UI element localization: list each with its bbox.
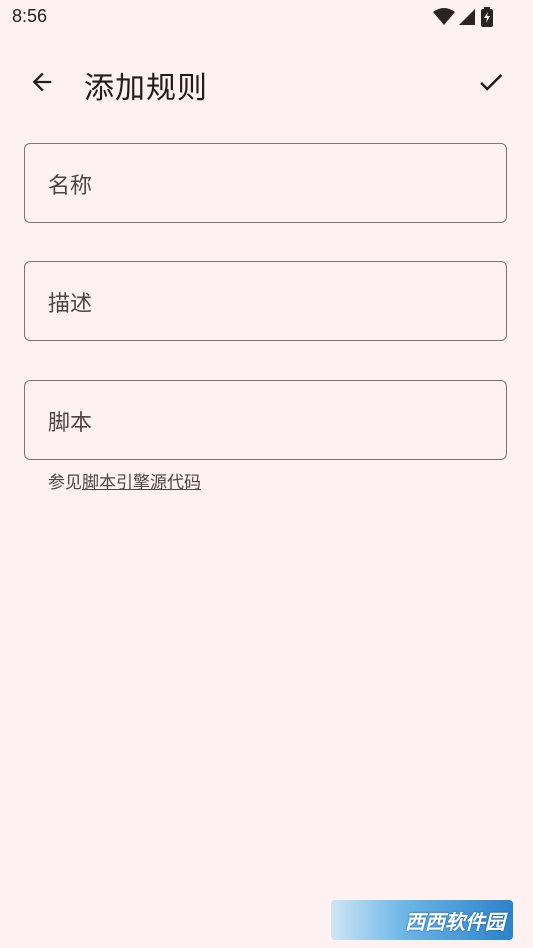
name-field-placeholder: 名称 <box>48 174 93 199</box>
helper-prefix: 参见 <box>48 473 82 493</box>
status-bar: 8:56 <box>0 0 533 36</box>
cell-signal-icon <box>459 8 477 30</box>
check-icon <box>480 74 503 91</box>
wifi-icon <box>433 8 455 30</box>
watermark-text: 西西软件园 <box>405 909 505 934</box>
arrow-left-icon <box>32 72 52 92</box>
name-field[interactable]: 名称 <box>24 143 507 223</box>
status-time: 8:56 <box>12 6 48 26</box>
script-field[interactable]: 脚本 <box>24 380 507 460</box>
watermark-logo: 西西软件园 <box>331 900 513 940</box>
description-field-placeholder: 描述 <box>48 292 93 317</box>
confirm-button[interactable] <box>473 64 509 100</box>
page-title: 添加规则 <box>84 71 208 106</box>
script-helper-text: 参见脚本引擎源代码 <box>48 468 201 493</box>
status-icons <box>433 7 493 31</box>
battery-icon <box>481 7 493 31</box>
script-field-placeholder: 脚本 <box>48 411 93 436</box>
app-bar: 添加规则 <box>0 50 533 114</box>
description-field[interactable]: 描述 <box>24 261 507 341</box>
back-button[interactable] <box>24 64 60 100</box>
script-engine-source-link[interactable]: 脚本引擎源代码 <box>82 473 201 493</box>
